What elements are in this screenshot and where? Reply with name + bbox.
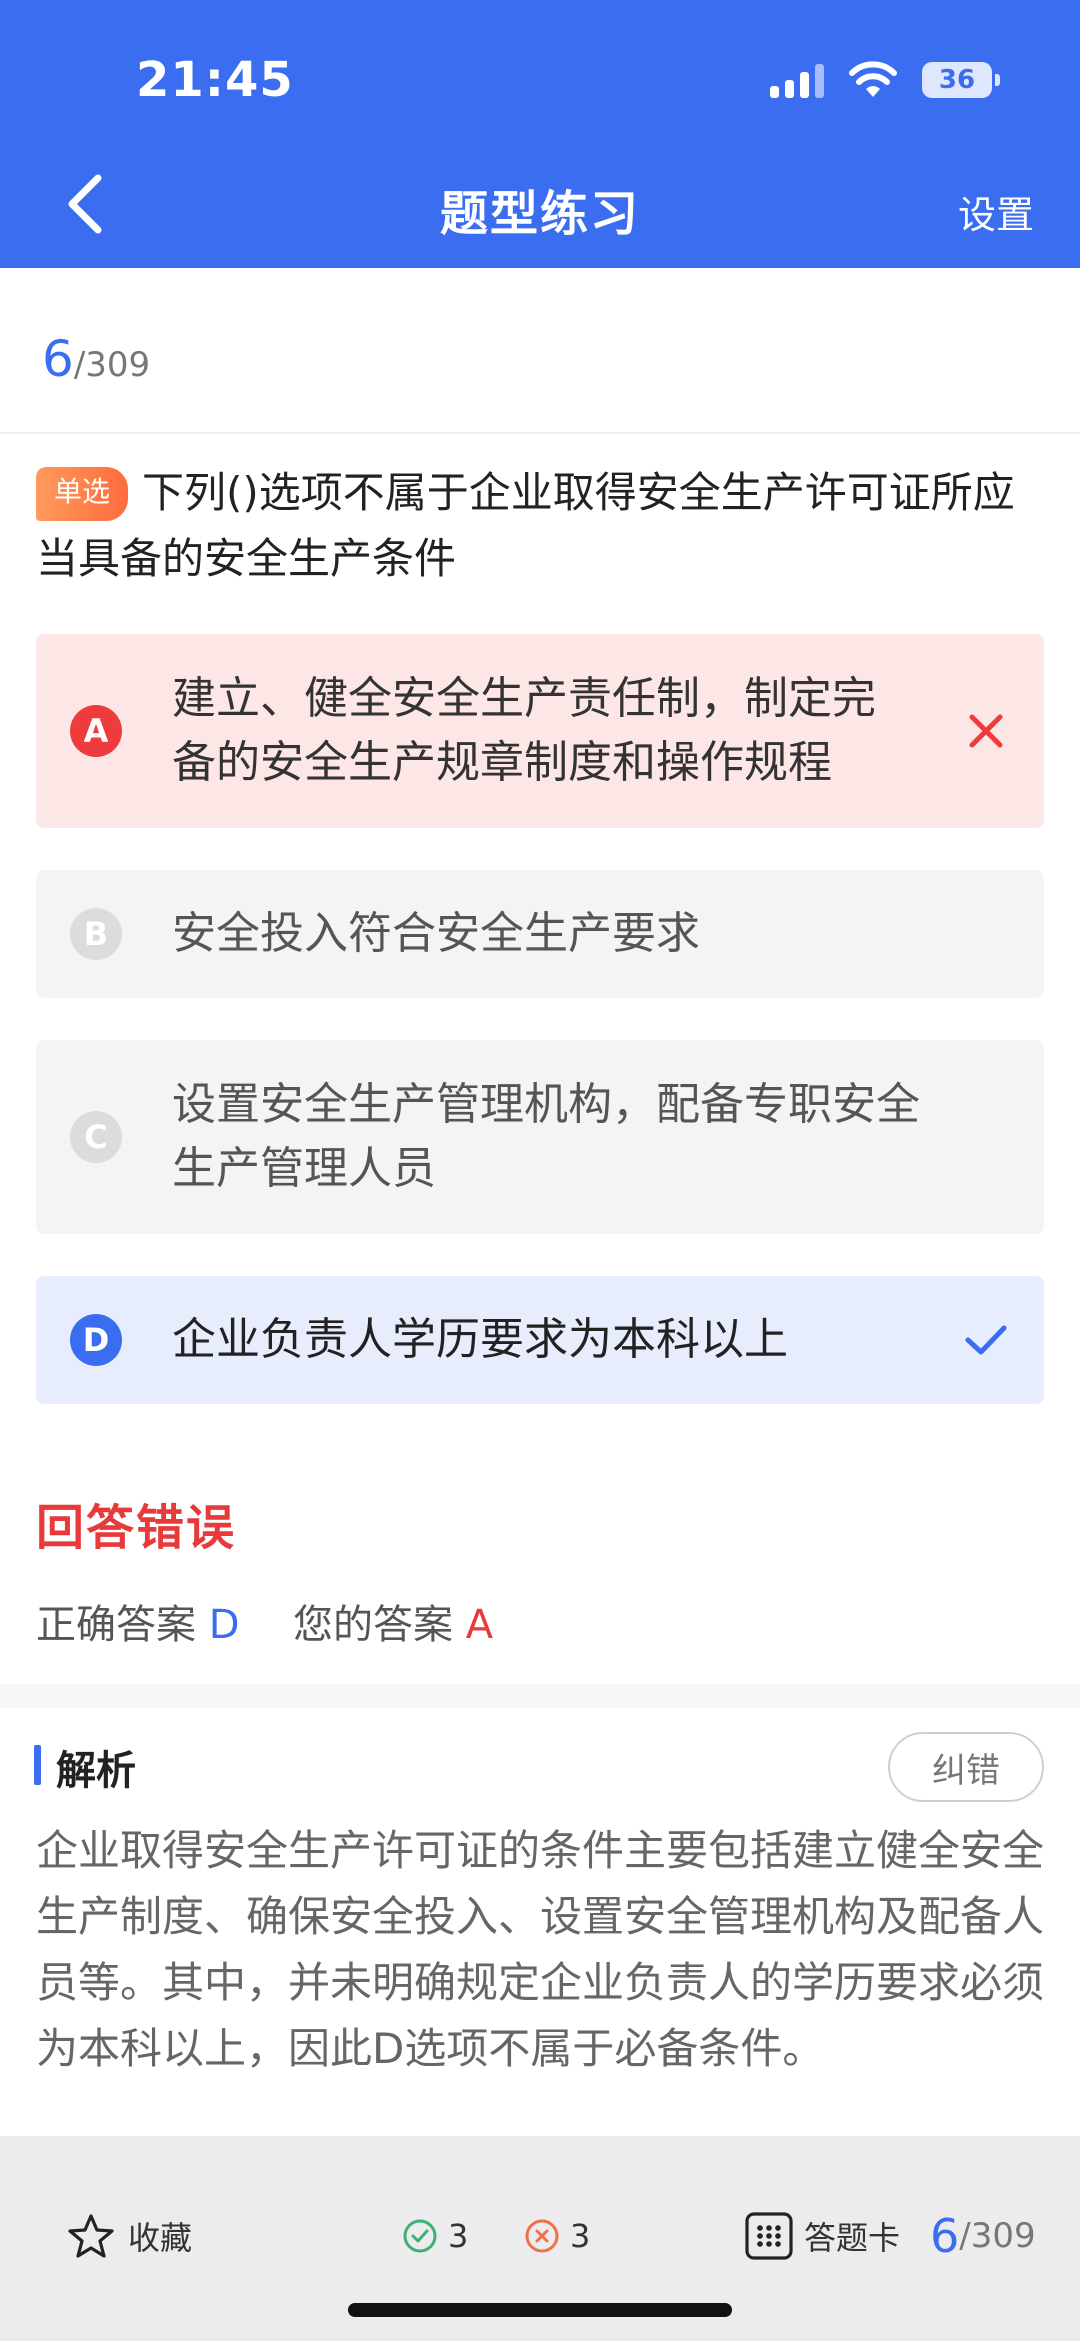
battery-icon: 36 — [922, 62, 1000, 98]
question-text: 下列()选项不属于企业取得安全生产许可证所应当具备的安全生产条件 — [36, 468, 1015, 583]
answer-summary: 正确答案 D 您的答案 A — [36, 1592, 493, 1650]
correct-answer-value: D — [208, 1602, 240, 1648]
home-indicator — [348, 2303, 732, 2317]
report-error-button[interactable]: 纠错 — [888, 1732, 1044, 1802]
section-separator — [0, 1684, 1080, 1708]
wrong-count-value: 3 — [570, 2217, 591, 2255]
option-b[interactable]: B 安全投入符合安全生产要求 — [36, 870, 1044, 998]
option-letter: A — [70, 705, 122, 757]
analysis-title: 解析 — [56, 1748, 136, 1794]
bottom-progress-total: /309 — [959, 2216, 1036, 2256]
settings-button[interactable]: 设置 — [958, 184, 1034, 239]
status-time: 21:45 — [136, 52, 294, 108]
divider — [0, 432, 1080, 434]
question-progress: 6/309 — [42, 330, 150, 388]
result-title: 回答错误 — [36, 1500, 237, 1556]
grid-icon — [745, 2212, 793, 2260]
cross-icon — [969, 714, 1003, 748]
option-text: 安全投入符合安全生产要求 — [172, 908, 700, 959]
bottom-progress-current: 6 — [930, 2209, 960, 2263]
favorite-label: 收藏 — [128, 2219, 193, 2257]
question-type-tag: 单选 — [36, 467, 129, 521]
option-letter: B — [70, 908, 122, 960]
option-c[interactable]: C 设置安全生产管理机构，配备专职安全生产管理人员 — [36, 1040, 1044, 1234]
option-letter: C — [70, 1111, 122, 1163]
your-answer-label: 您的答案 — [292, 1602, 453, 1648]
bottom-progress: 6/309 — [930, 2206, 1036, 2266]
app-header: 21:45 36 题型练习 设置 — [0, 0, 1080, 268]
option-letter: D — [70, 1314, 122, 1366]
analysis-accent-bar — [34, 1745, 41, 1785]
option-text: 建立、健全安全生产责任制，制定完备的安全生产规章制度和操作规程 — [172, 673, 876, 788]
progress-current: 6 — [42, 330, 74, 388]
page-title: 题型练习 — [439, 186, 640, 242]
option-text: 企业负责人学历要求为本科以上 — [172, 1314, 788, 1365]
right-count: 3 — [402, 2206, 468, 2266]
status-icons: 36 — [770, 58, 1000, 102]
correct-answer-label: 正确答案 — [36, 1602, 196, 1648]
right-count-value: 3 — [448, 2217, 469, 2255]
wrong-count: 3 — [524, 2206, 590, 2266]
favorite-button[interactable]: 收藏 — [68, 2206, 192, 2266]
option-d[interactable]: D 企业负责人学历要求为本科以上 — [36, 1276, 1044, 1404]
wifi-icon — [849, 61, 897, 97]
question-stem: 单选 下列()选项不属于企业取得安全生产许可证所应当具备的安全生产条件 — [36, 460, 1046, 592]
signal-icon — [770, 62, 824, 98]
your-answer-value: A — [465, 1602, 494, 1648]
analysis-text: 企业取得安全生产许可证的条件主要包括建立健全安全生产制度、确保安全投入、设置安全… — [36, 1826, 1045, 2073]
option-a[interactable]: A 建立、健全安全生产责任制，制定完备的安全生产规章制度和操作规程 — [36, 634, 1044, 828]
answer-card-button[interactable]: 答题卡 — [744, 2206, 900, 2266]
option-text: 设置安全生产管理机构，配备专职安全生产管理人员 — [172, 1079, 920, 1194]
answer-card-label: 答题卡 — [804, 2219, 901, 2257]
x-circle-icon — [525, 2219, 559, 2253]
star-icon — [68, 2214, 114, 2258]
check-circle-icon — [403, 2219, 437, 2253]
checkmark-icon — [965, 1325, 1007, 1355]
progress-total: /309 — [73, 345, 151, 385]
